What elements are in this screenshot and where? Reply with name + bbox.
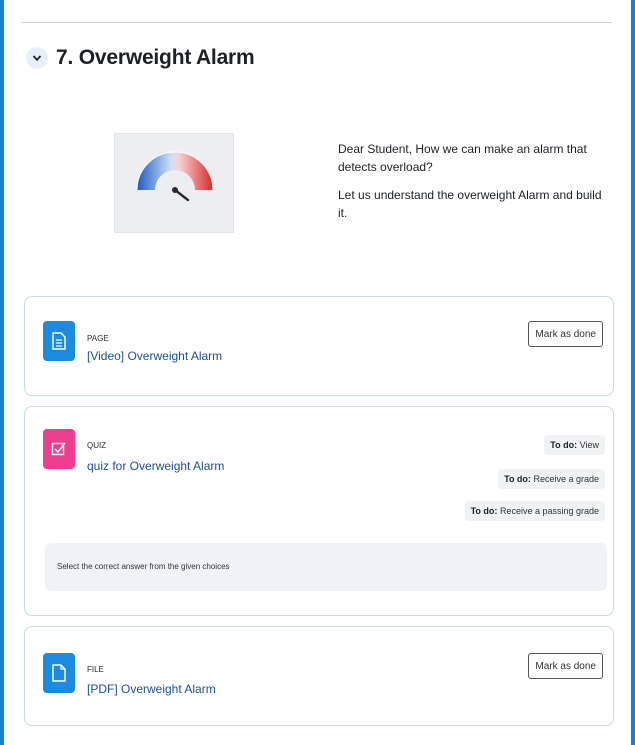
section-summary: Dear Student, How we can make an alarm t… bbox=[338, 140, 613, 222]
activity-type: PAGE bbox=[87, 334, 109, 343]
activity-link[interactable]: [Video] Overweight Alarm bbox=[87, 349, 222, 363]
activity-type: FILE bbox=[87, 665, 104, 674]
completion-requirement: To do: Receive a grade bbox=[498, 469, 605, 489]
mark-as-done-button[interactable]: Mark as done bbox=[528, 321, 603, 347]
activity-description: Select the correct answer from the given… bbox=[45, 543, 607, 591]
page-icon[interactable] bbox=[43, 321, 75, 361]
todo-text: Receive a passing grade bbox=[499, 506, 599, 516]
todo-text: Receive a grade bbox=[533, 474, 599, 484]
activity-link[interactable]: [PDF] Overweight Alarm bbox=[87, 682, 216, 696]
todo-prefix: To do: bbox=[550, 440, 578, 450]
summary-paragraph: Dear Student, How we can make an alarm t… bbox=[338, 142, 587, 174]
section-divider bbox=[22, 22, 612, 23]
completion-requirement: To do: Receive a passing grade bbox=[464, 501, 605, 521]
mark-as-done-button[interactable]: Mark as done bbox=[528, 653, 603, 679]
gauge-meter-image bbox=[114, 133, 234, 233]
activity-page: PAGE [Video] Overweight Alarm Mark as do… bbox=[24, 296, 614, 396]
todo-prefix: To do: bbox=[504, 474, 531, 484]
section-header: 7. Overweight Alarm bbox=[26, 46, 255, 70]
activity-link[interactable]: quiz for Overweight Alarm bbox=[87, 459, 224, 473]
chevron-down-icon[interactable] bbox=[26, 47, 48, 69]
todo-prefix: To do: bbox=[470, 506, 498, 516]
activity-type: QUIZ bbox=[87, 441, 107, 450]
section-title: 7. Overweight Alarm bbox=[56, 46, 255, 69]
activity-quiz: QUIZ quiz for Overweight Alarm To do: Vi… bbox=[24, 406, 614, 616]
summary-paragraph: Let us understand the overweight Alarm a… bbox=[338, 188, 602, 220]
file-icon[interactable] bbox=[43, 653, 75, 693]
todo-text: View bbox=[579, 440, 599, 450]
activity-file: FILE [PDF] Overweight Alarm Mark as done bbox=[24, 626, 614, 726]
quiz-icon[interactable] bbox=[43, 429, 75, 469]
completion-requirement: To do: View bbox=[544, 435, 605, 455]
course-section-frame: 7. Overweight Alarm Dear Student, How we… bbox=[4, 0, 631, 745]
